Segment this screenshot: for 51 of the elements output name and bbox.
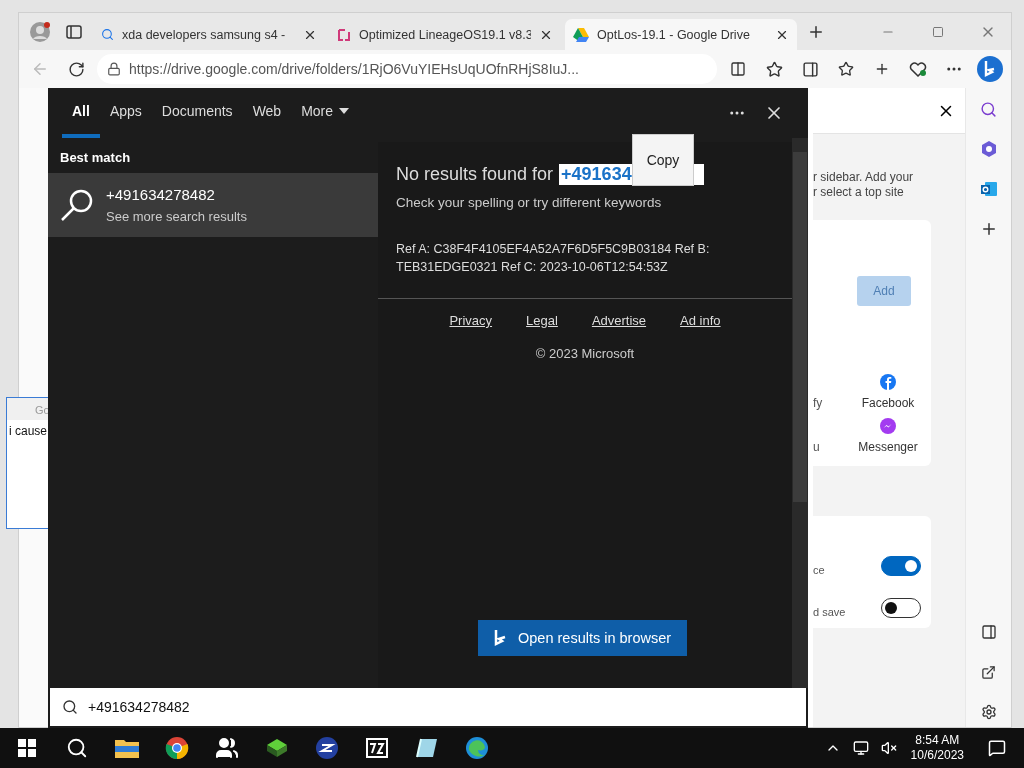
search-tab[interactable]: More xyxy=(291,88,360,138)
section-heading: Best match xyxy=(59,149,132,167)
result-subtitle: See more search results xyxy=(106,209,247,224)
bing-logo-icon xyxy=(494,629,508,647)
toggle-switch[interactable] xyxy=(881,556,921,576)
search-icon xyxy=(101,28,114,41)
open-browser-button[interactable]: Open results in browser xyxy=(478,620,688,656)
site-label: fy xyxy=(813,396,823,410)
result-title: +491634278482 xyxy=(106,186,216,203)
search-icon xyxy=(62,699,78,715)
reference-text: Ref A: C38F4F4105EF4A52A7F6D5F5C9B03184 Ref B: TEB31EDGE0321 Ref C: 2023-10-06T12:54:53Z xyxy=(395,241,711,276)
site-item[interactable]: Facebook xyxy=(853,374,923,410)
search-tab[interactable]: Documents xyxy=(151,88,243,138)
bracket-logo-icon xyxy=(337,27,351,42)
search-icon xyxy=(60,188,94,222)
bing-logo-icon[interactable] xyxy=(975,54,1005,84)
date-text: 10/6/2023 xyxy=(910,748,964,763)
query-text: +491634278482 xyxy=(88,699,191,715)
scrollbar[interactable] xyxy=(792,138,808,688)
footer-link[interactable]: Ad info xyxy=(680,313,721,328)
address-bar[interactable]: https://drive.google.com/drive/folders/1RjO6VuYIEHsUqUOfnRHjS8IuJ... xyxy=(97,54,717,84)
footer-link[interactable]: Legal xyxy=(526,313,558,328)
site-item[interactable]: Messenger xyxy=(853,418,923,454)
time-text: 8:54 AM xyxy=(915,733,960,748)
search-field[interactable]: +491634278482 xyxy=(50,688,806,726)
toggle-switch[interactable] xyxy=(881,598,921,618)
setting-label: d save xyxy=(813,606,846,618)
triangle-logo-icon xyxy=(573,27,589,42)
site-label: u xyxy=(813,440,820,454)
no-results-text: No results found for xyxy=(396,164,554,185)
footer-link[interactable]: Advertise xyxy=(591,313,647,328)
tab-title: OptLos-19.1 - Google Drive xyxy=(597,27,751,42)
lock-icon xyxy=(107,62,121,76)
search-tab[interactable]: All xyxy=(62,88,100,138)
browser-tab[interactable]: OptLos-19.1 - Google Drive xyxy=(565,19,797,50)
chat-bolt-icon xyxy=(880,418,896,434)
url-text: https://drive.google.com/drive/folders/1RjO6VuYIEHsUqUOfnRHjS8IuJ... xyxy=(129,61,579,77)
f-logo-icon xyxy=(880,374,896,390)
window-text: i cause xyxy=(8,422,48,440)
caret-icon xyxy=(339,108,350,114)
hint-text: Check your spelling or try different keywords xyxy=(395,194,663,210)
tab-title: xda developers samsung s4 - xyxy=(122,27,287,42)
search-tab[interactable]: Apps xyxy=(99,88,152,138)
intro-text: r sidebar. Add your r select a top site xyxy=(813,169,915,200)
taskbar-clock[interactable]: 8:54 AM 10/6/2023 xyxy=(904,733,970,763)
footer-link[interactable]: Privacy xyxy=(449,313,493,328)
copyright-text: © 2023 Microsoft xyxy=(534,345,636,361)
setting-label: ce xyxy=(813,564,825,576)
result-item[interactable]: +491634278482 See more search results xyxy=(48,173,378,237)
browser-tab[interactable]: xda developers samsung s4 - xyxy=(93,19,325,50)
search-tab[interactable]: Web xyxy=(242,88,292,138)
